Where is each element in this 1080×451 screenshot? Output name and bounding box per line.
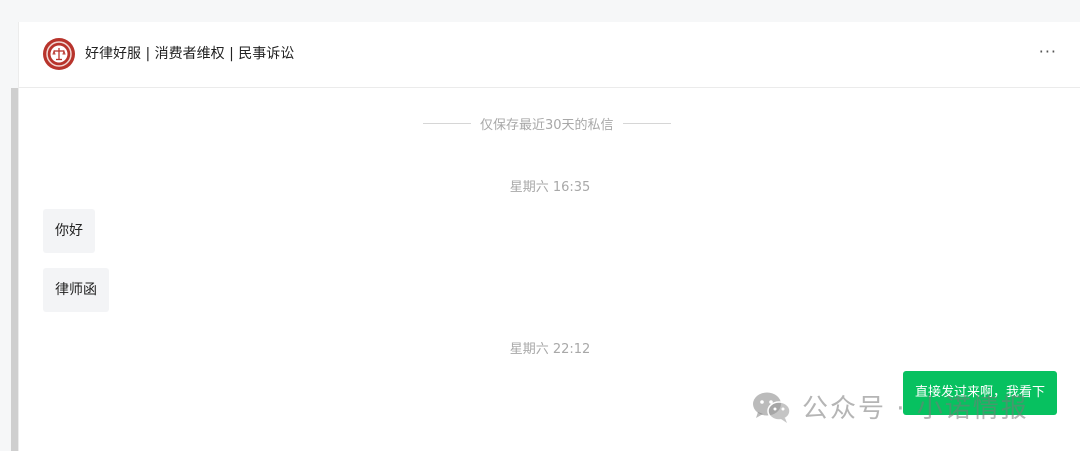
message-timestamp: 星期六 16:35 xyxy=(509,180,591,195)
chat-panel: 好律好服 | 消费者维权 | 民事诉讼 ··· 仅保存最近30天的私信 星期六 … xyxy=(18,22,1080,451)
more-options-button[interactable]: ··· xyxy=(1039,42,1057,62)
message-timestamp: 星期六 22:12 xyxy=(509,342,591,357)
outgoing-message[interactable]: 直接发过来啊，我看下 xyxy=(902,371,1057,415)
divider-line xyxy=(622,122,671,124)
incoming-message[interactable]: 律师函 xyxy=(43,268,109,312)
incoming-message[interactable]: 你好 xyxy=(43,209,95,253)
contact-avatar[interactable] xyxy=(43,38,75,70)
chat-header: 好律好服 | 消费者维权 | 民事诉讼 ··· xyxy=(19,22,1080,88)
scrollbar[interactable] xyxy=(11,88,18,451)
retention-notice-text: 仅保存最近30天的私信 xyxy=(480,117,614,133)
divider-line xyxy=(423,122,471,124)
contact-name: 好律好服 | 消费者维权 | 民事诉讼 xyxy=(85,46,295,62)
retention-notice: 仅保存最近30天的私信 xyxy=(423,114,671,133)
scales-of-justice-icon xyxy=(46,41,72,67)
